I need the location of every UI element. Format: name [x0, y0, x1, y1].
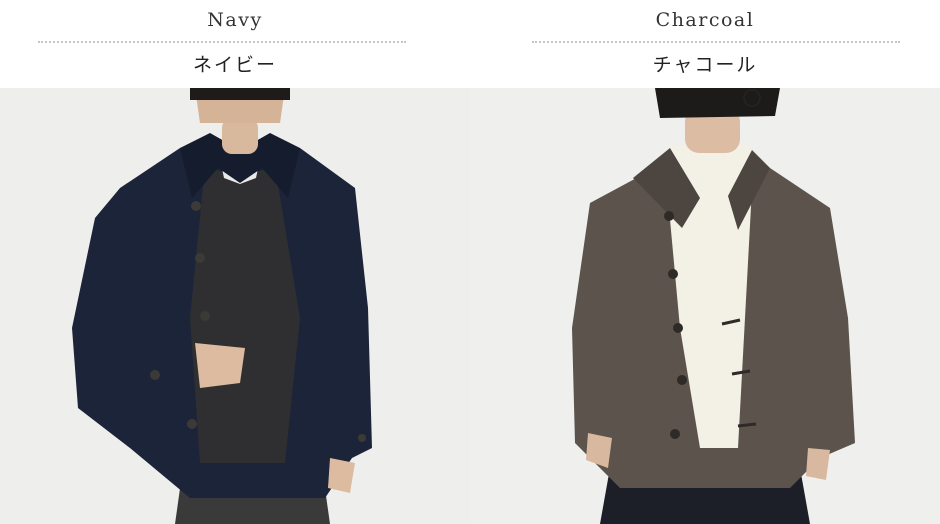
variant-name-en: Charcoal	[655, 9, 755, 31]
color-variant-charcoal[interactable]: Charcoal チャコール	[470, 0, 940, 524]
product-photo[interactable]	[0, 88, 470, 524]
variant-name-en: Navy	[207, 9, 263, 31]
color-variant-navy[interactable]: Navy ネイビー	[0, 0, 470, 524]
variant-header: Charcoal チャコール	[470, 0, 940, 88]
variant-header: Navy ネイビー	[0, 0, 470, 88]
charcoal-coat-photo	[470, 88, 940, 524]
dotted-divider	[38, 41, 406, 43]
variant-name-jp: チャコール	[652, 54, 758, 76]
navy-coat-photo	[0, 88, 470, 524]
product-photo[interactable]	[470, 88, 940, 524]
dotted-divider	[532, 41, 900, 43]
variant-name-jp: ネイビー	[192, 54, 277, 76]
